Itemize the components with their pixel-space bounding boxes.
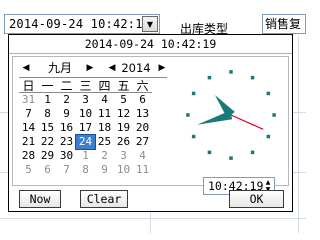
calendar-grid: 日一二三四五六 31 1 2 3 4 5 6 7 8 9 10 11 12 13 14 15 16 17 18 19 20… (19, 79, 152, 177)
next-month-icon[interactable]: ▶ (83, 61, 97, 75)
weekday-header: 日 (19, 79, 38, 93)
calendar-day[interactable]: 11 (133, 163, 152, 177)
picker-title: 2014-09-24 10:42:19 (9, 35, 292, 54)
calendar-day-selected[interactable]: 24 (75, 134, 96, 150)
clock-tick (266, 91, 271, 96)
calendar-day[interactable]: 1 (38, 93, 57, 107)
calendar-day[interactable]: 12 (114, 107, 133, 121)
calendar-day[interactable]: 8 (38, 107, 57, 121)
spin-up-icon[interactable]: ▲ (263, 179, 273, 186)
calendar-day[interactable]: 9 (95, 163, 114, 177)
grid-line (298, 36, 299, 233)
calendar-day[interactable]: 4 (133, 149, 152, 163)
calendar-day[interactable]: 17 (76, 121, 95, 135)
calendar-day[interactable]: 16 (57, 121, 76, 135)
prev-year-icon[interactable]: ◀ (105, 61, 119, 75)
calendar-day[interactable]: 2 (57, 93, 76, 107)
weekday-header: 三 (76, 79, 95, 93)
clock-tick (207, 150, 212, 155)
weekday-header: 二 (57, 79, 76, 93)
calendar-day[interactable]: 30 (57, 149, 76, 163)
year-label[interactable]: 2014 (119, 61, 153, 76)
calendar-day[interactable]: 6 (38, 163, 57, 177)
clock-second-hand (230, 114, 264, 130)
calendar-day[interactable]: 19 (114, 121, 133, 135)
picker-body: ◀ 九月 ▶ ◀ 2014 ▶ 日一二三四五六 31 1 2 3 4 5 6 7 8 9 10 11 12… (12, 56, 289, 195)
clock-minute-hand (197, 110, 233, 125)
calendar-day[interactable]: 8 (76, 163, 95, 177)
clock-tick (266, 134, 271, 139)
datetime-picker-popup: 2014-09-24 10:42:19 ◀ 九月 ▶ ◀ 2014 ▶ 日一二三… (8, 34, 293, 212)
dropdown-arrow-icon[interactable]: ▼ (142, 16, 158, 32)
ok-button[interactable]: OK (229, 190, 284, 208)
calendar-day[interactable]: 5 (114, 93, 133, 107)
calendar-day[interactable]: 10 (76, 107, 95, 121)
calendar-day[interactable]: 1 (76, 149, 95, 163)
weekday-header: 六 (133, 79, 152, 93)
analog-clock (186, 70, 276, 160)
clock-tick (191, 91, 196, 96)
calendar-day[interactable]: 29 (38, 149, 57, 163)
calendar-day[interactable]: 25 (95, 135, 114, 149)
calendar-day[interactable]: 7 (57, 163, 76, 177)
calendar-day[interactable]: 7 (19, 107, 38, 121)
calendar-day[interactable]: 28 (19, 149, 38, 163)
prev-month-icon[interactable]: ◀ (19, 61, 33, 75)
calendar-day[interactable]: 3 (114, 149, 133, 163)
clock-tick (229, 70, 233, 74)
weekday-header: 五 (114, 79, 133, 93)
calendar-day[interactable]: 9 (57, 107, 76, 121)
calendar-day[interactable]: 31 (19, 93, 38, 107)
weekday-header: 四 (95, 79, 114, 93)
clock-tick (250, 75, 255, 80)
calendar-day[interactable]: 15 (38, 121, 57, 135)
clock-tick (186, 113, 190, 117)
clock-tick (207, 75, 212, 80)
now-button[interactable]: Now (19, 190, 61, 208)
weekday-header: 一 (38, 79, 57, 93)
calendar-day[interactable]: 27 (133, 135, 152, 149)
calendar-day[interactable]: 20 (133, 121, 152, 135)
calendar-day[interactable]: 22 (38, 135, 57, 149)
calendar-day[interactable]: 5 (19, 163, 38, 177)
clock-tick (272, 113, 276, 117)
clock-tick (250, 150, 255, 155)
calendar-day[interactable]: 6 (133, 93, 152, 107)
calendar-day[interactable]: 14 (19, 121, 38, 135)
nav-divider (19, 77, 167, 78)
calendar-day[interactable]: 21 (19, 135, 38, 149)
next-year-icon[interactable]: ▶ (155, 61, 169, 75)
grid-line (0, 218, 306, 219)
date-field-value: 2014-09-24 10:42:19 (9, 17, 151, 31)
calendar-day[interactable]: 11 (95, 107, 114, 121)
clock-tick (191, 134, 196, 139)
calendar-day[interactable]: 26 (114, 135, 133, 149)
calendar-day[interactable]: 23 (57, 135, 76, 149)
calendar-day[interactable]: 3 (76, 93, 95, 107)
calendar-day[interactable]: 10 (114, 163, 133, 177)
month-label[interactable]: 九月 (37, 61, 83, 76)
clear-button[interactable]: Clear (80, 190, 128, 208)
calendar-day[interactable]: 13 (133, 107, 152, 121)
sales-type-select[interactable]: 销售复 (262, 14, 306, 34)
calendar-day[interactable]: 4 (95, 93, 114, 107)
calendar-day[interactable]: 18 (95, 121, 114, 135)
calendar-day[interactable]: 2 (95, 149, 114, 163)
date-field[interactable]: 2014-09-24 10:42:19 ▼ (4, 14, 160, 34)
clock-tick (229, 156, 233, 160)
